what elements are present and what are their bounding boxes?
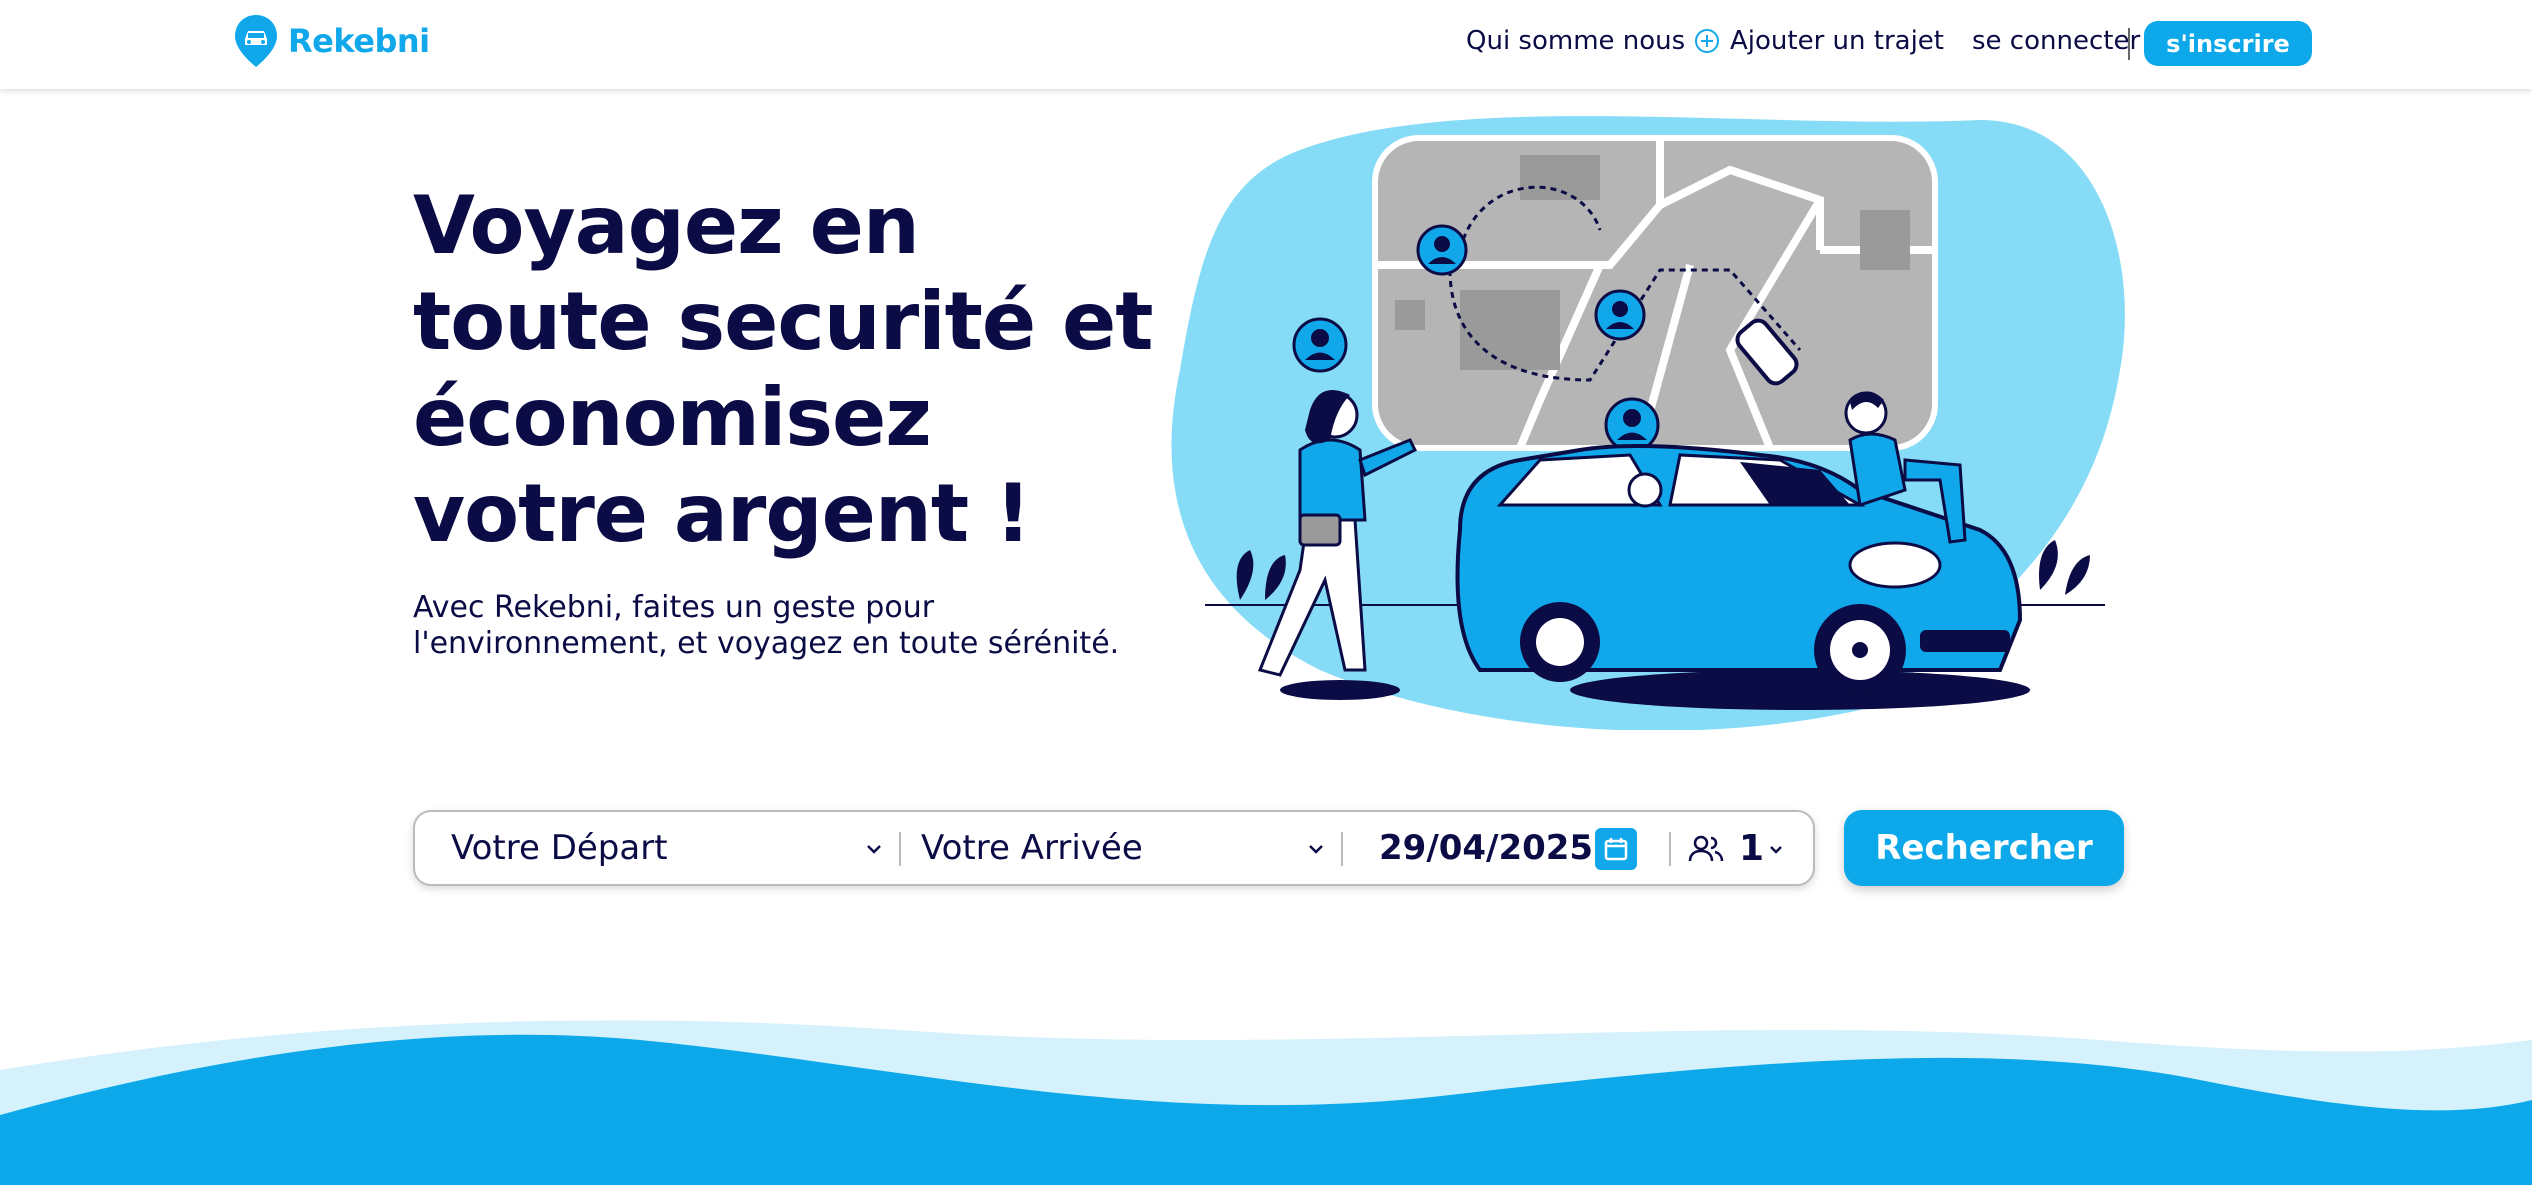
field-divider <box>1341 832 1343 866</box>
chevron-down-icon[interactable] <box>1305 842 1327 856</box>
calendar-icon <box>1604 838 1628 861</box>
departure-select[interactable]: Votre Départ <box>451 812 881 884</box>
chevron-down-icon[interactable] <box>863 842 885 856</box>
nav-add-trip-label: Ajouter un trajet <box>1730 26 1944 56</box>
nav-add-trip-link[interactable]: Ajouter un trajet <box>1694 26 1944 56</box>
nav-about-link[interactable]: Qui somme nous <box>1466 26 1685 56</box>
hero-title: Voyagez en toute securité et économisez … <box>413 179 1153 560</box>
nav-separator <box>2128 28 2130 60</box>
passenger-count[interactable]: 1 <box>1739 812 1764 884</box>
brand-name: Rekebni <box>288 22 430 60</box>
signup-button[interactable]: s'inscrire <box>2144 21 2312 66</box>
chevron-down-icon[interactable] <box>1767 844 1785 856</box>
arrival-select[interactable]: Votre Arrivée <box>921 812 1331 884</box>
car-pin-logo-icon <box>235 15 277 67</box>
field-divider <box>1669 832 1671 866</box>
hero-subtitle: Avec Rekebni, faites un geste pour l'env… <box>413 590 1120 661</box>
trip-search-bar: Votre Départ Votre Arrivée 29/04/2025 1 <box>413 810 1815 886</box>
arrival-value: Votre Arrivée <box>921 828 1143 868</box>
brand-logo[interactable]: Rekebni <box>232 13 430 69</box>
date-field[interactable]: 29/04/2025 <box>1379 812 1593 884</box>
users-icon <box>1688 835 1724 862</box>
field-divider <box>899 832 901 866</box>
nav-login-link[interactable]: se connecter <box>1972 26 2140 56</box>
hero-illustration <box>1171 116 2125 730</box>
search-button[interactable]: Rechercher <box>1844 810 2124 886</box>
top-navbar: Rekebni Qui somme nous Ajouter un trajet… <box>0 0 2532 89</box>
decorative-waves <box>0 1020 2532 1185</box>
plus-circle-icon <box>1695 29 1719 53</box>
departure-value: Votre Départ <box>451 828 668 868</box>
calendar-button[interactable] <box>1595 828 1637 870</box>
